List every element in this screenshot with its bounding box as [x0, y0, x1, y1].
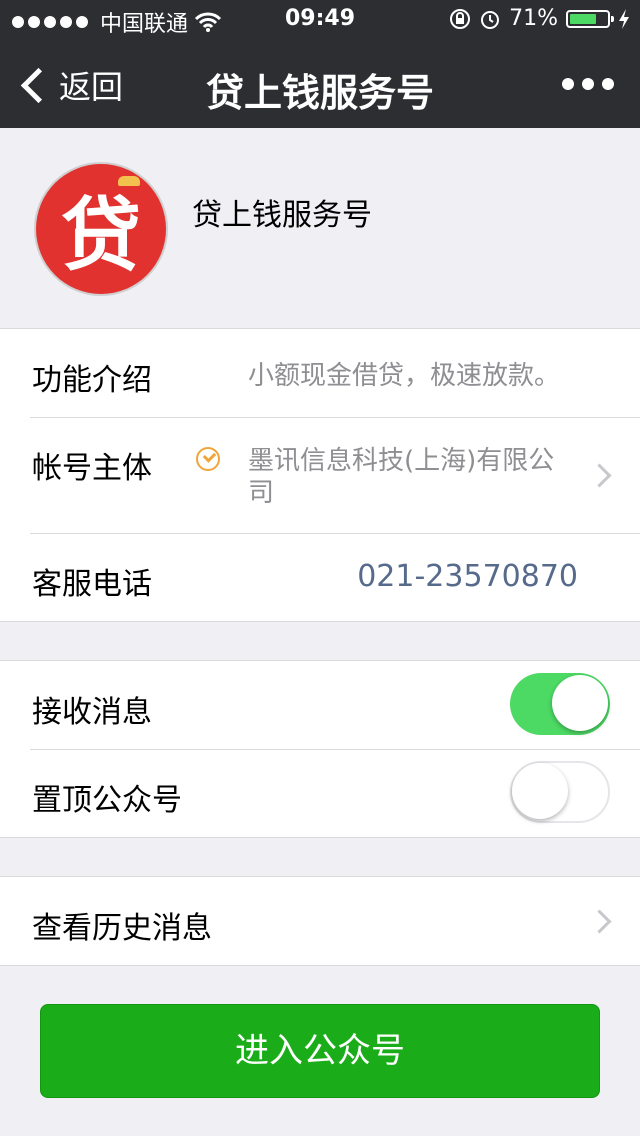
profile-header: 贷 贷上钱服务号	[0, 128, 640, 328]
receive-row: 接收消息	[0, 661, 640, 749]
status-bar: 中国联通 09:49 71%	[0, 0, 640, 40]
nav-bar: 返回 贷上钱服务号	[0, 40, 640, 128]
history-label: 查看历史消息	[32, 911, 212, 946]
pin-label: 置顶公众号	[32, 783, 182, 818]
chevron-right-icon	[587, 909, 612, 934]
enter-account-button[interactable]: 进入公众号	[40, 1004, 600, 1098]
owner-row[interactable]: 帐号主体 墨讯信息科技(上海)有限公司	[0, 417, 640, 533]
owner-value: 墨讯信息科技(上海)有限公司	[248, 446, 555, 508]
rotation-lock-icon	[450, 8, 471, 29]
pin-row: 置顶公众号	[0, 749, 640, 837]
history-group: 查看历史消息	[0, 876, 640, 966]
intro-value: 小额现金借贷，极速放款。	[248, 361, 561, 391]
account-name: 贷上钱服务号	[192, 198, 372, 233]
battery-percent: 71%	[509, 6, 558, 31]
battery-fill	[570, 13, 596, 24]
intro-label: 功能介绍	[32, 363, 152, 398]
intro-row: 功能介绍 小额现金借贷，极速放款。	[0, 329, 640, 417]
info-group: 功能介绍 小额现金借贷，极速放款。 帐号主体 墨讯信息科技(上海)有限公司 客服…	[0, 328, 640, 622]
owner-label: 帐号主体	[32, 451, 152, 486]
more-button[interactable]	[562, 78, 614, 90]
crown-icon	[118, 176, 140, 186]
settings-group: 接收消息 置顶公众号	[0, 660, 640, 838]
verified-icon	[196, 447, 220, 471]
history-row[interactable]: 查看历史消息	[0, 877, 640, 965]
status-right: 71%	[449, 6, 630, 31]
alarm-icon	[481, 10, 500, 29]
avatar-char: 贷	[61, 189, 141, 282]
charging-icon	[619, 8, 629, 29]
page-title: 贷上钱服务号	[205, 71, 434, 115]
battery-icon	[566, 9, 614, 28]
phone-label: 客服电话	[32, 567, 152, 602]
chevron-right-icon	[587, 463, 612, 488]
toggle-knob	[552, 675, 608, 731]
toggle-knob	[512, 763, 568, 819]
pin-toggle[interactable]	[510, 761, 610, 823]
phone-row[interactable]: 客服电话 021-23570870	[0, 533, 640, 621]
phone-value[interactable]: 021-23570870	[357, 559, 578, 594]
top-bar: 中国联通 09:49 71% 返回 贷上钱服务号	[0, 0, 640, 128]
receive-label: 接收消息	[32, 695, 152, 730]
receive-toggle[interactable]	[510, 673, 610, 735]
avatar[interactable]: 贷	[36, 164, 166, 294]
